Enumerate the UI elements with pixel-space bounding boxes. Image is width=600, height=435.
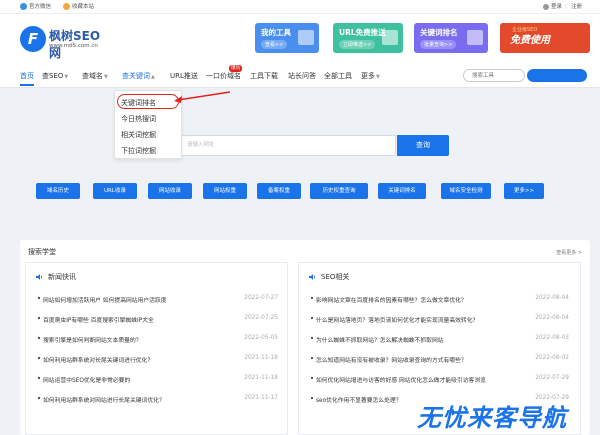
- nav-url-push[interactable]: URL推送: [170, 71, 198, 81]
- login-link[interactable]: 登录: [543, 3, 562, 11]
- quick-tool-more[interactable]: 更多>>: [504, 183, 544, 199]
- banner-free-use[interactable]: 企业级SEO 免费使用: [500, 23, 590, 53]
- seo-heading: SEO相关: [309, 272, 349, 282]
- dropdown-item-hot-search[interactable]: 今日热搜词: [121, 114, 156, 124]
- watermark: 无忧来客导航: [417, 404, 567, 432]
- hero-search-button[interactable]: 查询: [397, 135, 449, 156]
- news-row[interactable]: 搜索引擎是如何判断网站文本质量的？ 2022-05-05: [38, 335, 278, 344]
- chevron-up-icon: ▲: [151, 74, 155, 80]
- chevron-down-icon: ▼: [376, 74, 380, 80]
- site-logo[interactable]: F 枫树SEO网 www.md5.com.cn: [20, 24, 110, 60]
- official-wechat-link[interactable]: 官方微信: [20, 3, 51, 11]
- user-icon: [543, 3, 549, 10]
- logo-mark: F: [20, 26, 46, 52]
- seo-row[interactable]: 怎么知道网站有没有被收录？网站收录查询的方式有哪些？ 2022-08-02: [311, 355, 569, 364]
- banner-keyword-rank[interactable]: 关键词排名 批量查询>>: [414, 23, 488, 53]
- quick-tool-domain-security[interactable]: 域名安全检测: [441, 183, 491, 199]
- quick-tool-keyword-rank[interactable]: 关键词排名: [378, 183, 426, 199]
- topbar-separator: |: [565, 4, 567, 10]
- nav-webmaster-qa[interactable]: 站长问答: [288, 71, 316, 81]
- url-icon: [382, 30, 398, 45]
- nav-tool-download[interactable]: 工具下载: [250, 71, 278, 81]
- chevron-down-icon: ▼: [104, 74, 108, 80]
- main-nav: 首页 查SEO▼ 查域名▼ 查关键词▲ URL推送 一口价域名 爆热 工具下载 …: [0, 65, 600, 88]
- seo-row[interactable]: 如何优化网站增进与访客的好感 网站优化怎么做才能吸引访客浏览 2022-07-29: [311, 375, 569, 384]
- search-icon: [467, 30, 483, 45]
- quick-tool-domain-history[interactable]: 域名历史: [36, 183, 80, 199]
- seo-row[interactable]: 什么是网站落地页？落地页该如何优化才能实现流量高效转化？ 2022-08-04: [311, 315, 569, 324]
- quick-tool-icp-weight[interactable]: 备案权重: [257, 183, 301, 199]
- nav-check-keyword[interactable]: 查关键词▲: [122, 71, 155, 81]
- news-row[interactable]: 如何利用站群系统对长尾关键词进行优化？ 2021-11-18: [38, 355, 278, 364]
- quick-tool-url-index[interactable]: URL收录: [93, 183, 137, 199]
- nav-fixed-price-domain[interactable]: 一口价域名: [206, 71, 241, 81]
- quick-tool-site-index[interactable]: 网站收录: [148, 183, 192, 199]
- news-row[interactable]: 如何利用站群系统对网站进行长尾关键词优化？ 2021-11-17: [38, 395, 278, 404]
- news-heading: 新闻快讯: [36, 272, 76, 282]
- star-icon: [63, 3, 70, 10]
- nav-home[interactable]: 首页: [20, 71, 34, 86]
- quick-tool-site-weight[interactable]: 网站权重: [203, 183, 247, 199]
- nav-search-input[interactable]: [463, 69, 525, 82]
- dropdown-item-related-words[interactable]: 相关词挖掘: [121, 130, 156, 140]
- chevron-down-icon: ▼: [64, 74, 69, 80]
- speaker-icon: [309, 274, 316, 280]
- annotation-arrow-icon: [174, 91, 231, 103]
- wechat-icon: [20, 3, 27, 10]
- hot-badge: 爆热: [229, 65, 242, 72]
- banner-my-tools[interactable]: 我的工具 查看>>: [255, 23, 319, 53]
- site-header: F 枫树SEO网 www.md5.com.cn 我的工具 查看>> URL免费推…: [0, 14, 600, 66]
- nav-more[interactable]: 更多▼: [361, 71, 380, 81]
- dropdown-item-suggest-words[interactable]: 下拉词挖掘: [121, 146, 156, 156]
- panel-title: 搜索学堂: [28, 248, 56, 256]
- seo-row[interactable]: 影响网站文章在百度排名的因素有哪些？怎么做文章优化？ 2022-08-04: [311, 295, 569, 304]
- quick-tool-weight-history[interactable]: 历史权重查询: [310, 183, 368, 199]
- favorite-link[interactable]: 收藏本站: [63, 3, 94, 11]
- panel-more-link[interactable]: 查看更多 >: [556, 249, 582, 256]
- news-row[interactable]: 网站运营中SEO优化是非常必要的 2021-11-18: [38, 375, 278, 384]
- logo-url: www.md5.com.cn: [49, 43, 98, 49]
- nav-all-tools[interactable]: 全部工具: [324, 71, 352, 81]
- nav-search-button[interactable]: [527, 69, 587, 82]
- speaker-icon: [36, 274, 43, 280]
- dropdown-item-keyword-rank[interactable]: 关键词排名: [121, 98, 156, 108]
- top-utility-bar: 官方微信 收藏本站 登录 | 注册: [0, 0, 600, 14]
- toolbox-icon: [298, 30, 314, 45]
- seo-row[interactable]: 为什么蜘蛛不抓取网站？怎么解决蜘蛛不抓取网站 2022-08-03: [311, 335, 569, 344]
- hero-search-input[interactable]: 请输入网址: [174, 135, 396, 156]
- nav-check-domain[interactable]: 查域名▼: [82, 71, 108, 81]
- news-row[interactable]: 百度爬虫IP有哪些 百度搜索引擎蜘蛛IP大全 2022-07-25: [38, 315, 278, 324]
- nav-check-seo[interactable]: 查SEO▼: [42, 71, 68, 81]
- news-column: 新闻快讯 网站如何增加活跃用户 如何提高网站用户活跃度 2022-07-27 百度…: [25, 262, 288, 435]
- banner-url-push[interactable]: URL免费推送 立即推送>>: [333, 23, 403, 53]
- news-row[interactable]: 网站如何增加活跃用户 如何提高网站用户活跃度 2022-07-27: [38, 295, 278, 304]
- register-link[interactable]: 注册: [571, 3, 582, 11]
